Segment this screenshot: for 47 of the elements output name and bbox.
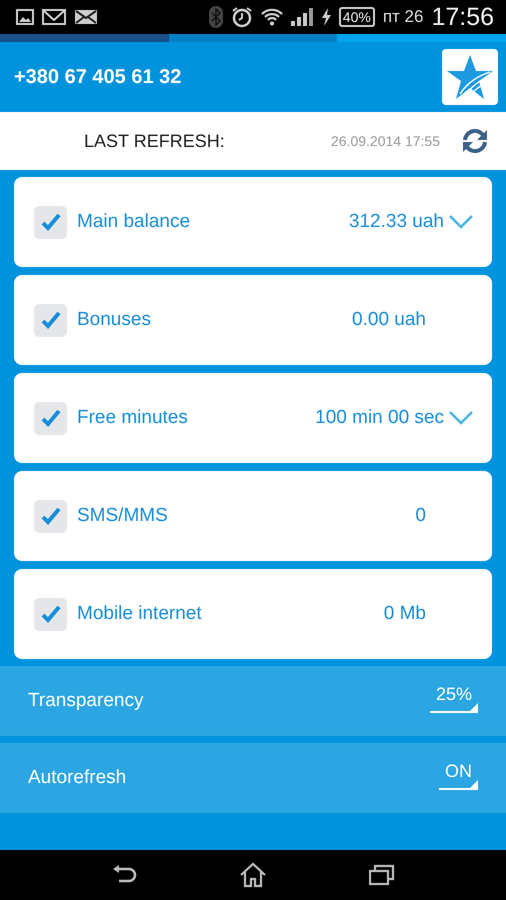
checkmark-icon: [40, 408, 62, 428]
status-time: 17:56: [431, 2, 494, 32]
dropdown-corner-icon: [470, 702, 478, 710]
back-icon[interactable]: [111, 865, 137, 885]
recent-apps-icon[interactable]: [369, 864, 395, 886]
counter-value: 100 min 00 sec: [315, 407, 444, 429]
checkbox[interactable]: [34, 598, 67, 630]
chevron-down-icon[interactable]: [448, 214, 474, 230]
counter-value: 0.00 uah: [352, 309, 426, 331]
checkbox[interactable]: [34, 304, 67, 336]
checkbox[interactable]: [34, 206, 67, 238]
alarm-icon: [230, 6, 253, 28]
counter-name: Free minutes: [77, 407, 189, 429]
checkmark-icon: [40, 310, 62, 330]
setting-label: Autorefresh: [28, 767, 128, 789]
checkmark-icon: [40, 604, 62, 624]
battery-level: 40%: [338, 7, 375, 27]
bluetooth-icon: [208, 6, 223, 28]
signal-icon: [290, 8, 313, 26]
refresh-timestamp: 26.09.2014 17:55: [331, 133, 440, 149]
envelope-icon: [74, 9, 98, 25]
checkbox[interactable]: [34, 500, 67, 532]
counter-value: 0 Mb: [384, 603, 426, 625]
refresh-icon[interactable]: [460, 129, 490, 153]
counter-name: Bonuses: [77, 309, 152, 331]
wifi-icon: [260, 8, 283, 26]
setting-dropdown[interactable]: 25%: [430, 684, 478, 712]
setting-label: Transparency: [28, 690, 144, 712]
checkmark-icon: [40, 506, 62, 526]
picture-icon: [16, 9, 34, 25]
checkmark-icon: [40, 212, 62, 232]
home-icon[interactable]: [239, 862, 267, 888]
status-date: пт 26: [382, 7, 424, 27]
setting-dropdown[interactable]: ON: [439, 760, 478, 790]
charging-icon: [320, 8, 331, 26]
dropdown-corner-icon: [470, 780, 478, 788]
counter-name: SMS/MMS: [77, 505, 169, 527]
mail-icon: [42, 9, 66, 25]
counter-value: 0: [415, 505, 426, 527]
last-refresh-label: LAST REFRESH:: [84, 130, 226, 152]
counter-name: Main balance: [77, 211, 192, 233]
chevron-down-icon[interactable]: [448, 410, 474, 426]
phone-number: +380 67 405 61 32: [14, 66, 182, 88]
counter-value: 312.33 uah: [348, 211, 444, 233]
checkbox[interactable]: [34, 402, 67, 434]
counter-name: Mobile internet: [77, 603, 203, 625]
star-logo: [442, 49, 498, 105]
